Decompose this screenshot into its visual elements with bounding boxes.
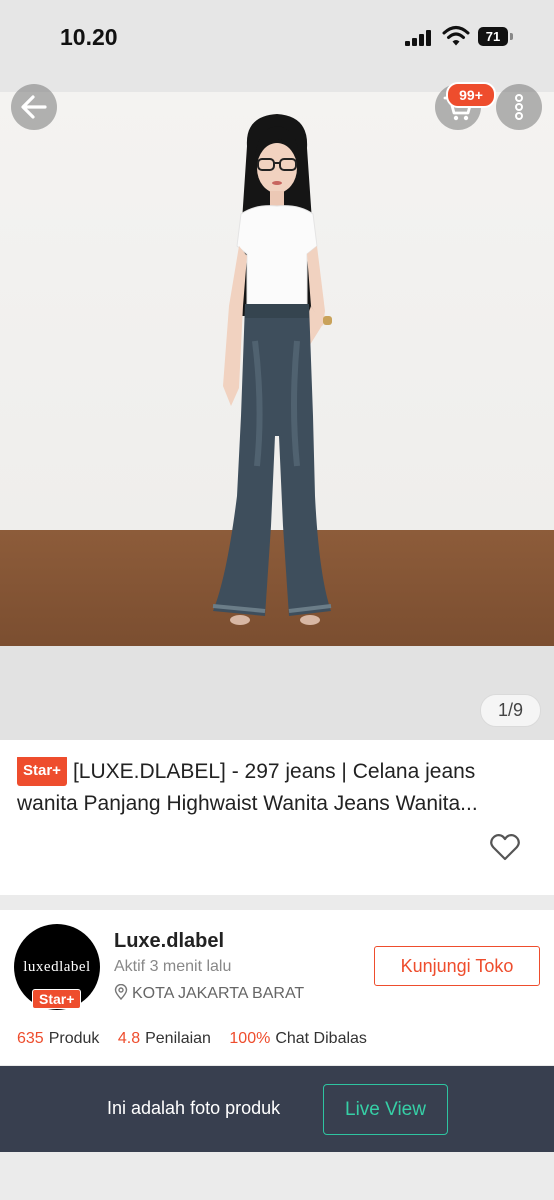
- battery-icon: 71: [478, 27, 514, 46]
- star-plus-badge: Star+: [17, 757, 67, 786]
- signal-icon: [405, 30, 433, 46]
- product-title: Star+ [LUXE.DLABEL] - 297 jeans | Celana …: [17, 757, 532, 818]
- location-pin-icon: [114, 984, 128, 1000]
- product-photo-notice: Ini adalah foto produk: [107, 1098, 281, 1118]
- more-options-button[interactable]: [496, 84, 542, 130]
- more-vertical-icon: [515, 94, 523, 120]
- heart-icon[interactable]: [489, 832, 521, 862]
- back-button[interactable]: [11, 84, 57, 130]
- arrow-left-icon: [21, 95, 47, 119]
- shop-location: KOTA JAKARTA BARAT: [114, 984, 304, 1003]
- battery-level: 71: [478, 27, 508, 46]
- cart-count-badge: 99+: [446, 82, 496, 108]
- shop-location-text: KOTA JAKARTA BARAT: [132, 985, 305, 1002]
- product-title-line-1: [LUXE.DLABEL] - 297 jeans | Celana jeans: [72, 760, 476, 783]
- product-title-line-2: wanita Panjang Highwaist Wanita Jeans Wa…: [17, 792, 478, 815]
- shop-name[interactable]: Luxe.dlabel: [114, 930, 224, 953]
- shop-stats: 635 Produk 4.8 Penilaian 100% Chat Dibalas: [17, 1030, 381, 1048]
- live-view-button[interactable]: Live View: [323, 1084, 448, 1135]
- product-image-carousel[interactable]: [0, 92, 554, 740]
- product-title-section: Star+ [LUXE.DLABEL] - 297 jeans | Celana …: [0, 740, 554, 895]
- status-time: 10.20: [60, 24, 118, 50]
- status-bar: 10.20 71: [0, 0, 554, 92]
- visit-shop-button[interactable]: Kunjungi Toko: [374, 946, 540, 986]
- image-counter: 1/9: [480, 694, 541, 727]
- bottom-spacer: [0, 1152, 554, 1200]
- wifi-icon: [442, 26, 470, 46]
- shop-info-section: luxedlabel Star+ Luxe.dlabel Aktif 3 men…: [0, 910, 554, 1065]
- product-photo-model: [212, 114, 332, 625]
- stat-products: 635 Produk: [17, 1030, 100, 1047]
- shop-star-plus-badge: Star+: [32, 989, 82, 1009]
- stat-rating: 4.8 Penilaian: [117, 1030, 211, 1047]
- shop-active-status: Aktif 3 menit lalu: [114, 958, 232, 975]
- live-view-bar: Ini adalah foto produk Live View: [0, 1066, 554, 1152]
- stat-chat-reply: 100% Chat Dibalas: [229, 1030, 367, 1047]
